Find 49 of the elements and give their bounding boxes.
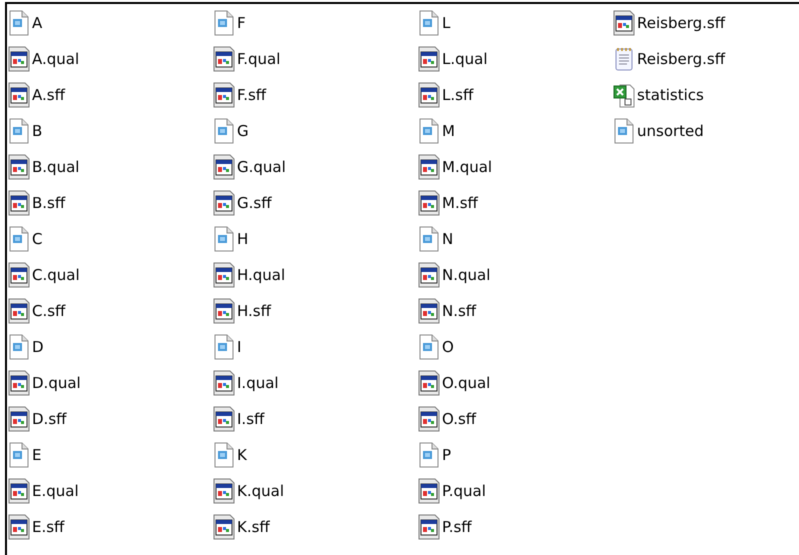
- file-name[interactable]: N.qual: [442, 266, 490, 284]
- file-name[interactable]: K.sff: [237, 518, 270, 536]
- file-name[interactable]: E: [32, 446, 42, 464]
- file-name[interactable]: C.sff: [32, 302, 66, 320]
- file-name[interactable]: Reisberg.sff: [637, 14, 726, 32]
- file-name[interactable]: A: [32, 14, 42, 32]
- file-name[interactable]: B.sff: [32, 194, 66, 212]
- file-name[interactable]: I.sff: [237, 410, 264, 428]
- file-name[interactable]: M.sff: [442, 194, 478, 212]
- file-name[interactable]: O.qual: [442, 374, 490, 392]
- file-name[interactable]: C.qual: [32, 266, 80, 284]
- file-name[interactable]: E.qual: [32, 482, 79, 500]
- file-name[interactable]: N: [442, 230, 454, 248]
- file-name[interactable]: E.sff: [32, 518, 64, 536]
- file-name[interactable]: H: [237, 230, 248, 248]
- file-name[interactable]: L.sff: [442, 86, 474, 104]
- file-name[interactable]: G.sff: [237, 194, 272, 212]
- file-name[interactable]: P: [442, 446, 452, 464]
- file-name[interactable]: D: [32, 338, 44, 356]
- file-name[interactable]: K.qual: [237, 482, 284, 500]
- file-name[interactable]: L.qual: [442, 50, 488, 68]
- file-name[interactable]: P.qual: [442, 482, 486, 500]
- file-name[interactable]: Reisberg.sff: [637, 50, 726, 68]
- file-name[interactable]: M.qual: [442, 158, 492, 176]
- file-name[interactable]: I.qual: [237, 374, 279, 392]
- file-name[interactable]: A.sff: [32, 86, 65, 104]
- file-name[interactable]: F.qual: [237, 50, 280, 68]
- file-name[interactable]: H.qual: [237, 266, 286, 284]
- file-name[interactable]: P.sff: [442, 518, 472, 536]
- file-name[interactable]: O.sff: [442, 410, 476, 428]
- file-name[interactable]: D.sff: [32, 410, 66, 428]
- file-name[interactable]: A.qual: [32, 50, 80, 68]
- file-name[interactable]: F.sff: [237, 86, 266, 104]
- file-name[interactable]: N.sff: [442, 302, 476, 320]
- file-name[interactable]: H.sff: [237, 302, 271, 320]
- file-name[interactable]: B.qual: [32, 158, 80, 176]
- file-name[interactable]: C: [32, 230, 42, 248]
- file-name[interactable]: G.qual: [237, 158, 286, 176]
- file-name[interactable]: M: [442, 122, 455, 140]
- file-name[interactable]: I: [237, 338, 242, 356]
- file-name[interactable]: statistics: [637, 86, 704, 104]
- file-name[interactable]: D.qual: [32, 374, 81, 392]
- file-name[interactable]: O: [442, 338, 454, 356]
- file-name[interactable]: F: [237, 14, 246, 32]
- file-name[interactable]: B: [32, 122, 42, 140]
- file-name[interactable]: unsorted: [637, 122, 704, 140]
- file-name[interactable]: K: [237, 446, 247, 464]
- file-name[interactable]: G: [237, 122, 249, 140]
- file-name[interactable]: L: [442, 14, 450, 32]
